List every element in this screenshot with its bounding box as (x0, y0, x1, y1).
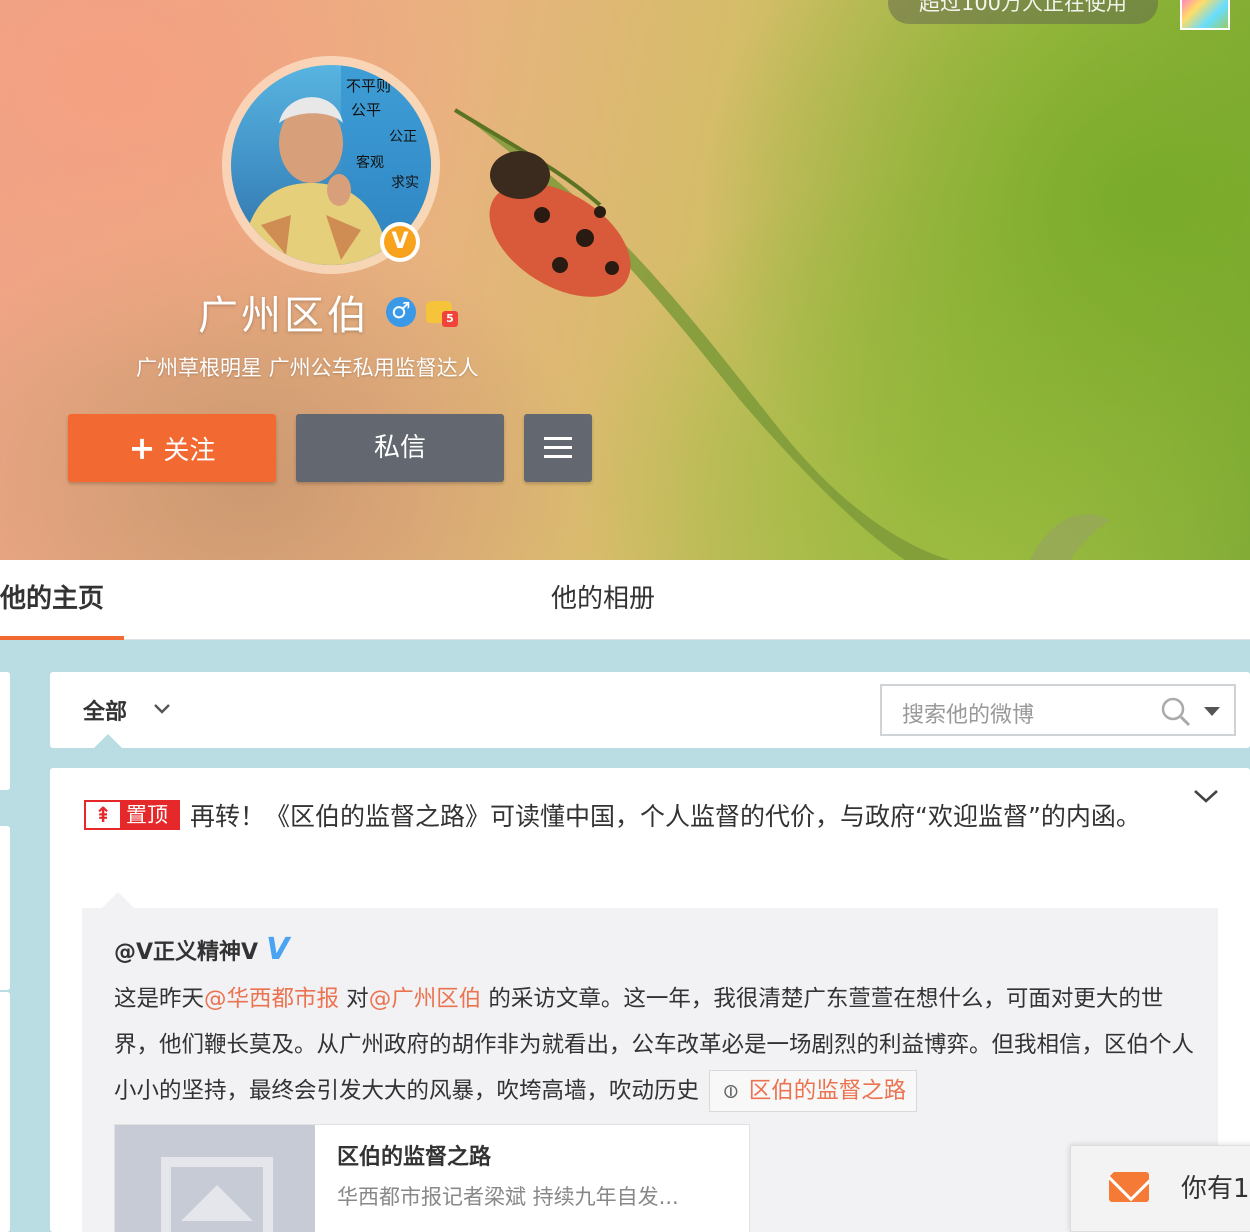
profile-name: 广州区伯 (198, 293, 370, 339)
mail-icon (1109, 1172, 1149, 1202)
sidebar-card (0, 826, 10, 990)
reposted-content: @V正义精神V V 这是昨天@华西都市报 对@广州区伯 的采访文章。这一年，我很… (82, 908, 1218, 1232)
search-options-arrow-icon[interactable] (1204, 707, 1220, 716)
pinned-label: 置顶 (120, 802, 178, 828)
post-body: 再转！《区伯的监督之路》可读懂中国，个人监督的代价，与政府“欢迎监督”的内函。 (190, 802, 1141, 831)
sidebar-card (0, 992, 10, 1232)
verified-badge[interactable]: V (380, 222, 420, 262)
tab-album[interactable]: 他的相册 (551, 560, 655, 640)
message-button[interactable]: 私信 (296, 414, 504, 482)
article-title: 区伯的监督之路 (337, 1145, 492, 1170)
notification-text: 你有1 (1181, 1174, 1250, 1204)
chevron-down-icon[interactable] (152, 698, 172, 718)
male-icon: ♂ (386, 297, 416, 327)
profile-description: 广州草根明星 广州公车私用监督达人 (136, 356, 479, 380)
post-menu-chevron-icon[interactable] (1192, 786, 1220, 806)
article-preview-card[interactable]: 区伯的监督之路 华西都市报记者梁斌 持续九年自发... (114, 1124, 750, 1232)
link-icon: ⊘ (715, 1076, 745, 1106)
verified-v-icon: V (266, 932, 290, 967)
article-image-placeholder-icon (115, 1125, 315, 1232)
filter-pointer (94, 734, 122, 748)
search-input[interactable]: 搜索他的微博 (902, 697, 1034, 729)
follow-button[interactable]: + 关注 (68, 414, 276, 482)
follow-label: 关注 (163, 436, 216, 466)
hamburger-icon (544, 437, 572, 459)
member-crown-icon[interactable]: 5 (426, 297, 458, 327)
profile-cover: 超过100万人正在使用 不平则 公平 公正 客观 求实 V 广州区伯 ♂ 5 广… (0, 0, 1250, 560)
more-menu-button[interactable] (524, 414, 592, 482)
plus-icon: + (128, 429, 156, 467)
member-level-badge: 5 (442, 311, 458, 327)
pinned-badge: ⇞ 置顶 (84, 800, 180, 830)
verified-v-icon: V (384, 226, 416, 258)
post-text: ⇞ 置顶 再转！《区伯的监督之路》可读懂中国，个人监督的代价，与政府“欢迎监督”的… (84, 794, 1174, 840)
mention-link[interactable]: @广州区伯 (369, 986, 482, 1012)
pin-arrow-icon: ⇞ (86, 802, 120, 828)
skin-thumbnail[interactable] (1180, 0, 1230, 30)
quote-author: @V正义精神V V (114, 934, 289, 966)
sidebar-card (0, 672, 10, 790)
search-box[interactable]: 搜索他的微博 (880, 684, 1236, 736)
filter-dropdown[interactable]: 全部 (83, 694, 127, 726)
article-link[interactable]: ⊘ 区伯的监督之路 (709, 1070, 918, 1112)
quote-text-segment: 这是昨天 (114, 986, 205, 1012)
quote-text: 这是昨天@华西都市报 对@广州区伯 的采访文章。这一年，我很清楚广东萱萱在想什么… (114, 976, 1194, 1114)
profile-tabs: 他的主页 他的相册 (0, 560, 1250, 640)
article-link-label: 区伯的监督之路 (748, 1078, 907, 1104)
avatar-sign-line-3: 公正 (389, 129, 417, 145)
message-notification[interactable]: 你有1 (1070, 1145, 1250, 1232)
quote-text-segment: 对 (339, 986, 369, 1012)
avatar-sign-line-5: 求实 (391, 175, 419, 191)
avatar-sign-line-2: 公平 (351, 101, 381, 119)
quote-author-link[interactable]: @V正义精神V (114, 934, 258, 966)
quote-pointer (102, 892, 134, 908)
mention-link[interactable]: @华西都市报 (204, 986, 339, 1012)
tab-home[interactable]: 他的主页 (0, 560, 124, 640)
search-icon[interactable] (1160, 696, 1192, 728)
feed-filter-bar: 全部 搜索他的微博 (50, 672, 1250, 748)
promo-banner[interactable]: 超过100万人正在使用 (888, 0, 1158, 24)
avatar-sign-line-4: 客观 (356, 154, 384, 171)
profile-name-row: 广州区伯 ♂ 5 (198, 286, 458, 339)
avatar-sign-line-1: 不平则 (346, 77, 391, 95)
article-summary: 华西都市报记者梁斌 持续九年自发... (337, 1185, 679, 1209)
